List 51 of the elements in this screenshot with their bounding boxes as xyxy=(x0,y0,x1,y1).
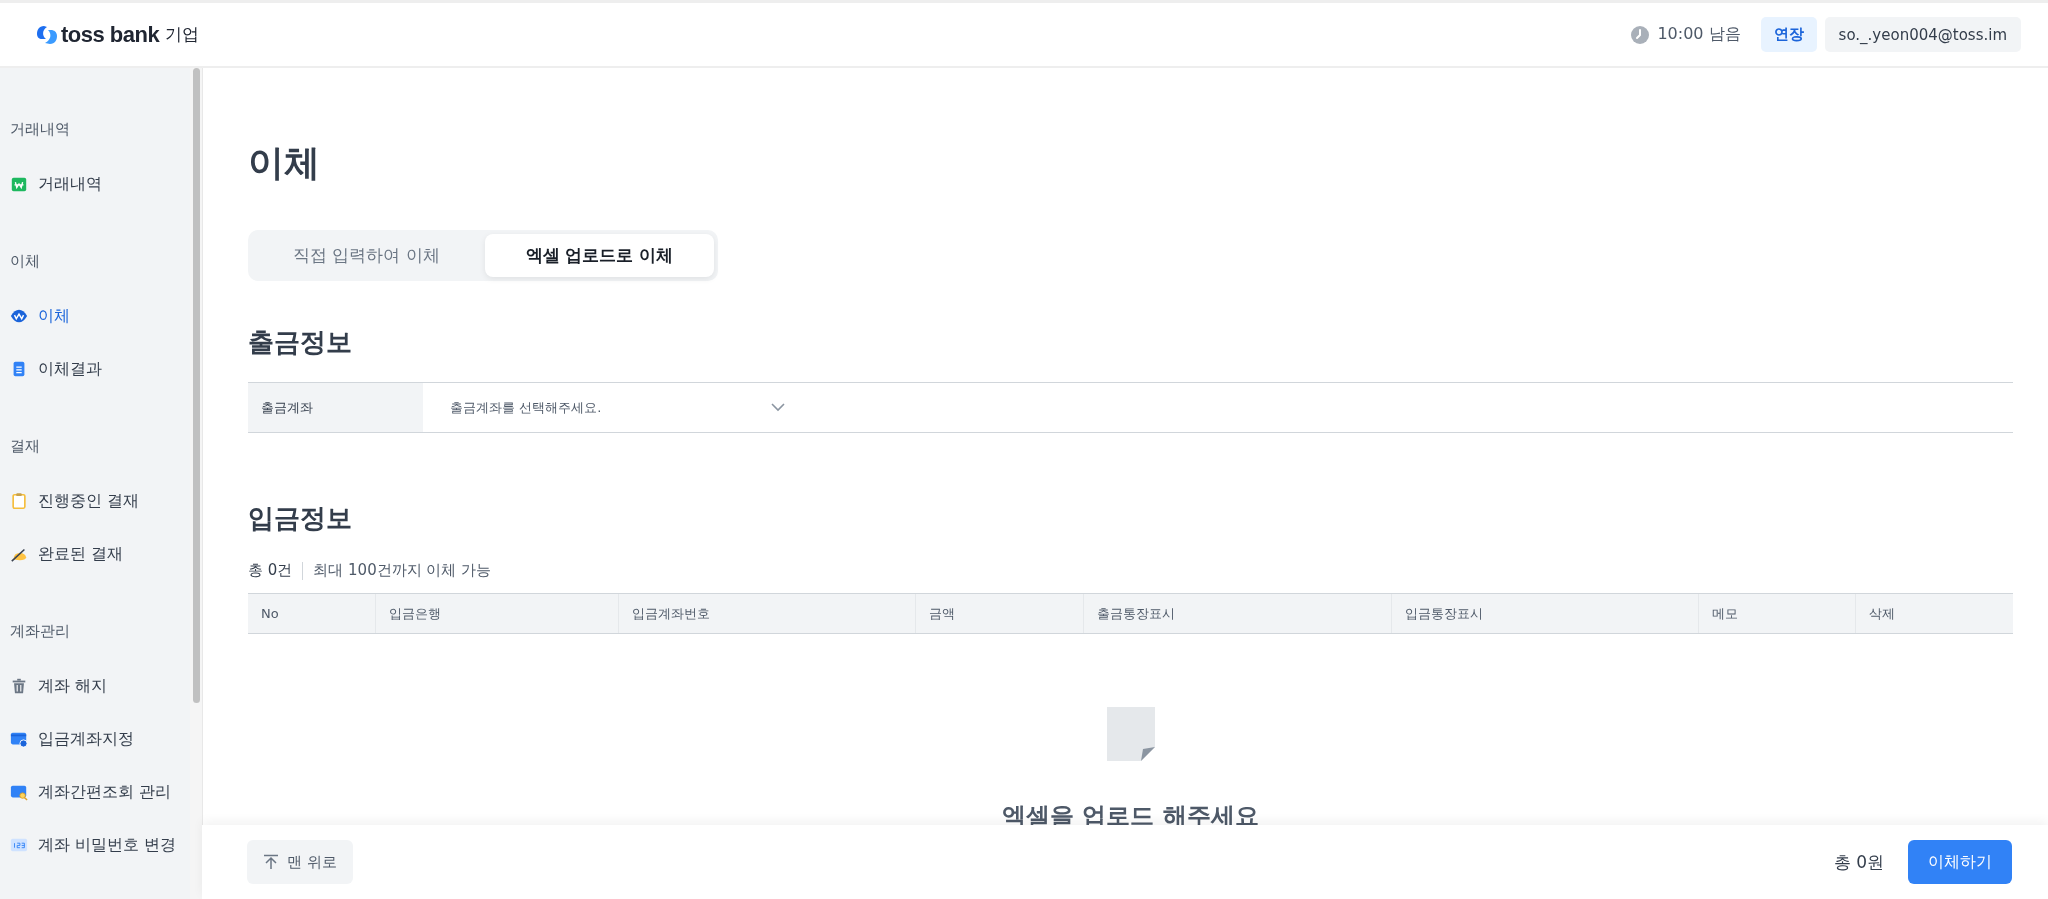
column-header: No xyxy=(248,594,376,633)
page-title: 이체 xyxy=(248,141,321,185)
trash-icon xyxy=(10,677,28,695)
sidebar-section-title: 이체 xyxy=(10,252,40,272)
field-label: 출금계좌 xyxy=(248,383,423,432)
total-amount: 총 0원 xyxy=(1833,850,1884,874)
scrollbar[interactable] xyxy=(190,68,203,899)
clipboard-icon xyxy=(10,492,28,510)
sidebar-item[interactable]: 계좌 비밀번호 변경 xyxy=(10,835,182,888)
sidebar-item[interactable]: 이체결과 xyxy=(10,359,182,412)
tab[interactable]: 직접 입력하여 이체 xyxy=(252,234,481,277)
column-header: 입금계좌번호 xyxy=(619,594,916,633)
sidebar-item[interactable]: 거래내역 xyxy=(10,174,182,227)
column-header: 금액 xyxy=(916,594,1084,633)
section-heading: 출금정보 xyxy=(248,326,353,359)
column-header: 입금은행 xyxy=(376,594,619,633)
tab[interactable]: 엑셀 업로드로 이체 xyxy=(485,234,714,277)
count-text: 총 0건 xyxy=(248,561,293,580)
sidebar-item[interactable]: 입금계좌지정 xyxy=(10,729,182,782)
card-search-icon xyxy=(10,783,28,801)
sidebar-section-title: 결재 xyxy=(10,437,40,457)
card-icon xyxy=(10,730,28,748)
sidebar-item[interactable]: 진행중인 결재 xyxy=(10,491,182,544)
limit-note: 최대 100건까지 이체 가능 xyxy=(313,561,492,580)
sidebar-item[interactable]: 이체 xyxy=(10,306,182,359)
column-header: 삭제 xyxy=(1868,604,1896,623)
sidebar-item[interactable]: 계좌 해지 xyxy=(10,676,182,729)
sidebar-section-title: 거래내역 xyxy=(10,120,70,140)
column-header: 입금통장표시 xyxy=(1392,594,1699,633)
column-header: 출금통장표시 xyxy=(1084,594,1392,633)
chevron-down-icon xyxy=(771,403,785,412)
transfer-button[interactable]: 이체하기 xyxy=(1908,840,2012,884)
scroll-top-button[interactable]: 맨 위로 xyxy=(247,840,353,884)
account-button[interactable]: so._.yeon004@toss.im xyxy=(1824,17,2021,52)
clock-icon xyxy=(1631,25,1650,44)
section-heading: 입금정보 xyxy=(248,502,353,535)
calendar-icon xyxy=(10,175,28,193)
arrow-up-icon xyxy=(263,854,279,870)
logo-text: toss bank xyxy=(61,21,160,48)
sidebar-section-title: 계좌관리 xyxy=(10,622,70,642)
transfer-icon xyxy=(10,307,28,325)
session-timer: 10:00 남음 xyxy=(1657,24,1741,45)
logo-icon xyxy=(36,23,58,46)
keypad-icon xyxy=(10,836,28,854)
logo-suffix: 기업 xyxy=(165,23,200,46)
sidebar-item[interactable]: 계좌간편조회 관리 xyxy=(10,782,182,835)
empty-file-icon xyxy=(1106,707,1155,761)
sidebar-item[interactable]: 완료된 결재 xyxy=(10,544,182,597)
account-select[interactable]: 출금계좌를 선택해주세요. xyxy=(423,383,785,432)
column-header: 메모 xyxy=(1699,594,1856,633)
extend-button[interactable]: 연장 xyxy=(1760,17,1817,52)
